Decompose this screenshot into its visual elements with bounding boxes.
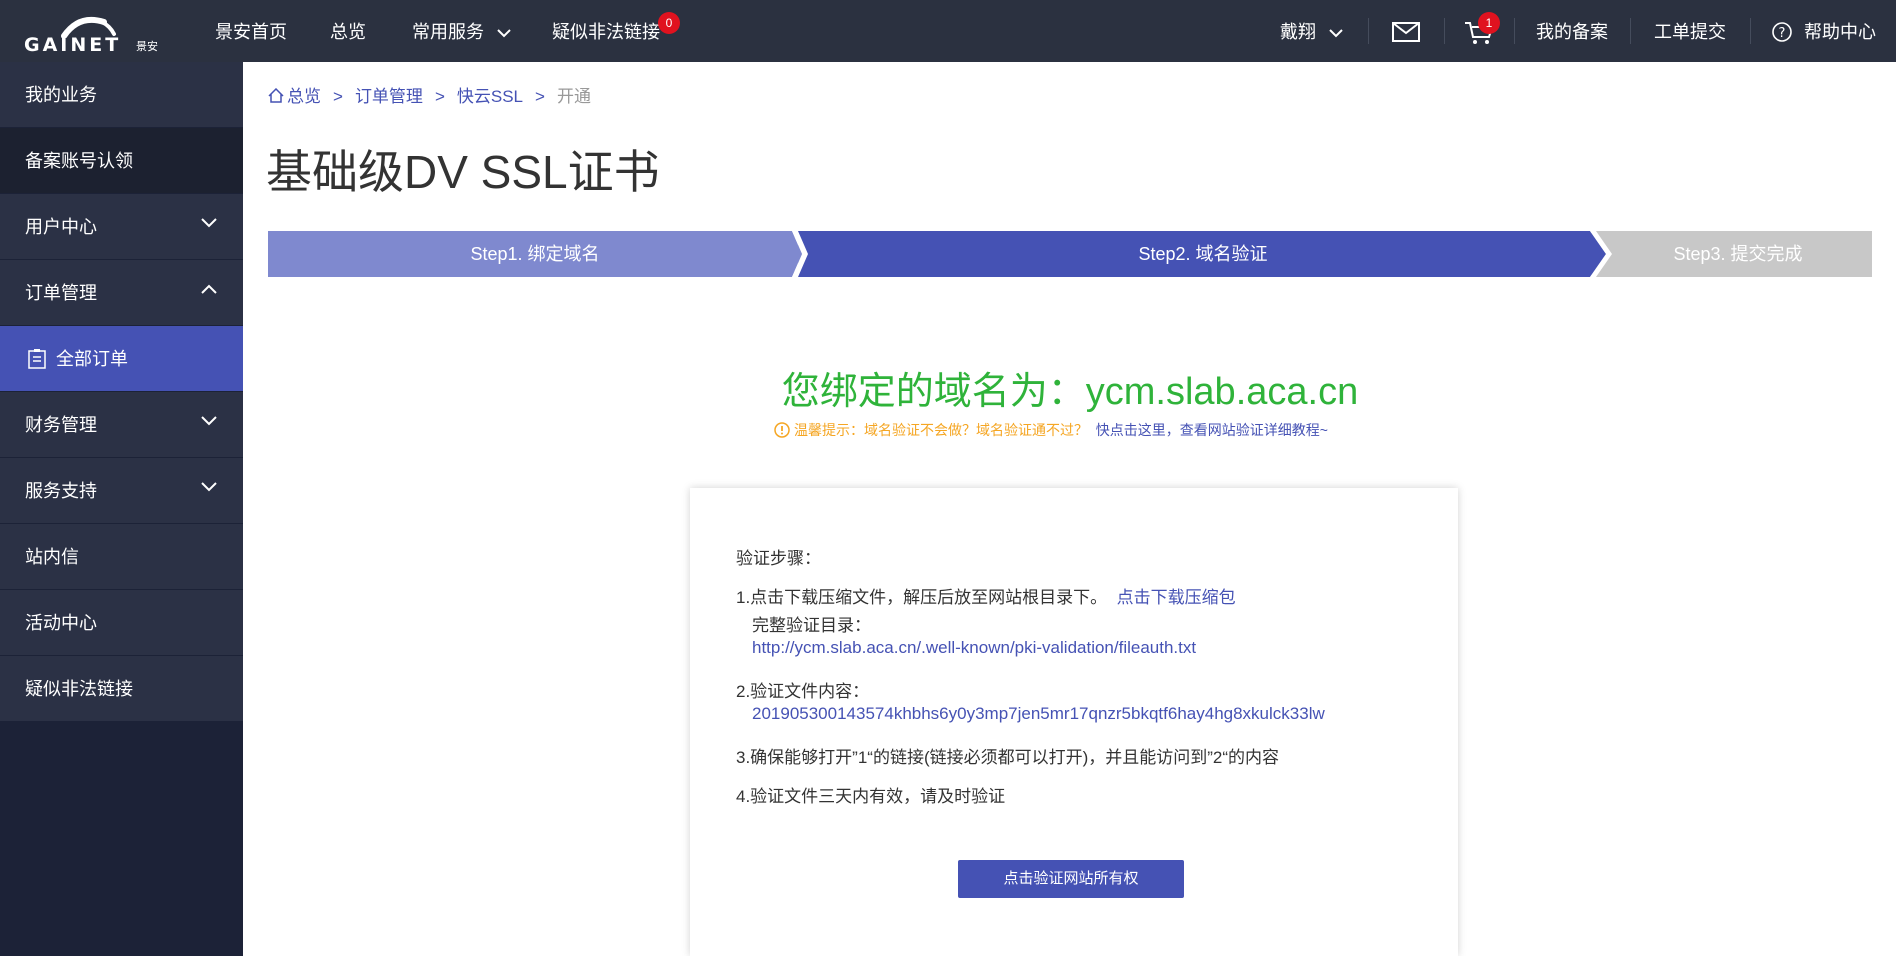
bound-domain-text: 您绑定的域名为：ycm.slab.aca.cn: [781, 371, 1359, 413]
nav-services[interactable]: 常用服务: [412, 0, 511, 62]
sidebar-item-activity-center[interactable]: 活动中心: [0, 590, 243, 656]
user-menu[interactable]: 戴翔: [1280, 0, 1343, 62]
chevron-down-icon: [497, 29, 511, 38]
breadcrumb-orders[interactable]: 订单管理: [355, 82, 423, 107]
chevron-down-icon: [201, 482, 217, 492]
sidebar-item-user-center[interactable]: 用户中心: [0, 194, 243, 260]
sidebar-item-label: 我的业务: [25, 85, 97, 105]
sidebar-item-order-management[interactable]: 订单管理: [0, 260, 243, 326]
sidebar: 我的业务 备案账号认领 用户中心 订单管理 全部订单 财务管理 服务支持 站内信…: [0, 62, 243, 956]
tip-line: 温馨提示：域名验证不会做？域名验证通不过？ 快点击这里，查看网站验证详细教程~: [774, 420, 1328, 440]
verification-file-content: 201905300143574khbhs6y0y3mp7jen5mr17qnzr…: [752, 704, 1325, 723]
breadcrumb: 总览 > 订单管理 > 快云SSL > 开通: [268, 82, 591, 107]
breadcrumb-separator: >: [535, 87, 545, 106]
divider: [1750, 18, 1751, 44]
nav-help-center[interactable]: 帮助中心: [1804, 0, 1876, 62]
full-dir-url[interactable]: http://ycm.slab.aca.cn/.well-known/pki-v…: [752, 638, 1196, 658]
nav-home[interactable]: 景安首页: [215, 0, 287, 62]
sidebar-item-label: 订单管理: [25, 283, 97, 303]
tutorial-link[interactable]: 快点击这里，查看网站验证详细教程~: [1096, 422, 1328, 438]
verification-card: 验证步骤： 1.点击下载压缩文件，解压后放至网站根目录下。 点击下载压缩包 完整…: [690, 488, 1458, 956]
sidebar-item-illegal-links[interactable]: 疑似非法链接: [0, 656, 243, 722]
tip-text: 温馨提示：域名验证不会做？域名验证通不过？: [794, 422, 1088, 438]
divider: [1514, 18, 1515, 44]
chevron-down-icon: [1329, 29, 1343, 38]
sidebar-item-label: 备案账号认领: [25, 151, 133, 171]
help-icon: ?: [1772, 22, 1792, 42]
nav-my-filing[interactable]: 我的备案: [1536, 0, 1608, 62]
verify-ownership-button[interactable]: 点击验证网站所有权: [958, 860, 1184, 898]
top-bar: GAINET 景安 景安首页 总览 常用服务 疑似非法链接 0 戴翔 1 我的备…: [0, 0, 1896, 62]
nav-ticket-submit[interactable]: 工单提交: [1654, 0, 1726, 62]
verification-step-2: 2.验证文件内容：: [736, 682, 870, 701]
full-dir-label: 完整验证目录：: [752, 616, 871, 635]
chevron-down-icon: [201, 416, 217, 426]
breadcrumb-current: 开通: [556, 87, 591, 106]
mail-icon[interactable]: [1392, 22, 1420, 42]
divider: [1444, 18, 1445, 44]
step-2-label: Step2. 域名验证: [1138, 244, 1268, 264]
verification-heading: 验证步骤：: [736, 549, 821, 568]
nav-services-label: 常用服务: [412, 22, 484, 42]
page-title: 基础级DV SSL证书: [266, 146, 660, 198]
home-icon[interactable]: [268, 87, 284, 103]
breadcrumb-overview[interactable]: 总览: [287, 82, 321, 107]
sidebar-item-support[interactable]: 服务支持: [0, 458, 243, 524]
verification-step-4: 4.验证文件三天内有效，请及时验证: [736, 787, 1006, 806]
info-icon: [774, 422, 790, 438]
sidebar-item-label: 财务管理: [25, 415, 97, 435]
brand-name-cn: 景安: [136, 41, 158, 53]
download-package-link[interactable]: 点击下载压缩包: [1117, 588, 1236, 607]
user-name: 戴翔: [1280, 22, 1316, 42]
breadcrumb-separator: >: [333, 87, 343, 106]
verification-step-3: 3.确保能够打开”1“的链接(链接必须都可以打开)，并且能访问到”2“的内容: [736, 748, 1280, 767]
step-progress: Step1. 绑定域名 Step2. 域名验证 Step3. 提交完成: [268, 231, 1872, 277]
divider: [1368, 18, 1369, 44]
sidebar-item-label: 疑似非法链接: [25, 679, 133, 699]
cart-badge: 1: [1478, 12, 1500, 34]
verification-step-1: 1.点击下载压缩文件，解压后放至网站根目录下。 点击下载压缩包: [736, 583, 1236, 608]
nav-illegal-links[interactable]: 疑似非法链接: [552, 0, 660, 62]
sidebar-item-filing-claim[interactable]: 备案账号认领: [0, 128, 243, 194]
sidebar-item-inbox[interactable]: 站内信: [0, 524, 243, 590]
breadcrumb-separator: >: [434, 87, 445, 106]
illegal-links-badge: 0: [658, 12, 680, 34]
chevron-up-icon: [201, 284, 217, 294]
sidebar-item-label: 活动中心: [25, 613, 97, 633]
nav-overview[interactable]: 总览: [330, 0, 366, 62]
svg-text:?: ?: [1779, 26, 1786, 41]
sidebar-item-label: 用户中心: [25, 217, 97, 237]
brand-name: GAINET: [24, 34, 122, 56]
chevron-down-icon: [201, 218, 217, 228]
breadcrumb-ssl[interactable]: 快云SSL: [457, 82, 523, 107]
step-1-label: Step1. 绑定域名: [470, 244, 600, 264]
divider: [1630, 18, 1631, 44]
sidebar-item-label: 服务支持: [25, 481, 97, 501]
sidebar-item-label: 站内信: [25, 547, 79, 567]
brand-logo[interactable]: GAINET 景安: [24, 12, 160, 56]
sidebar-item-my-business[interactable]: 我的业务: [0, 62, 243, 128]
step-3-label: Step3. 提交完成: [1673, 244, 1803, 264]
verification-step-1-text: 1.点击下载压缩文件，解压后放至网站根目录下。: [736, 588, 1108, 607]
